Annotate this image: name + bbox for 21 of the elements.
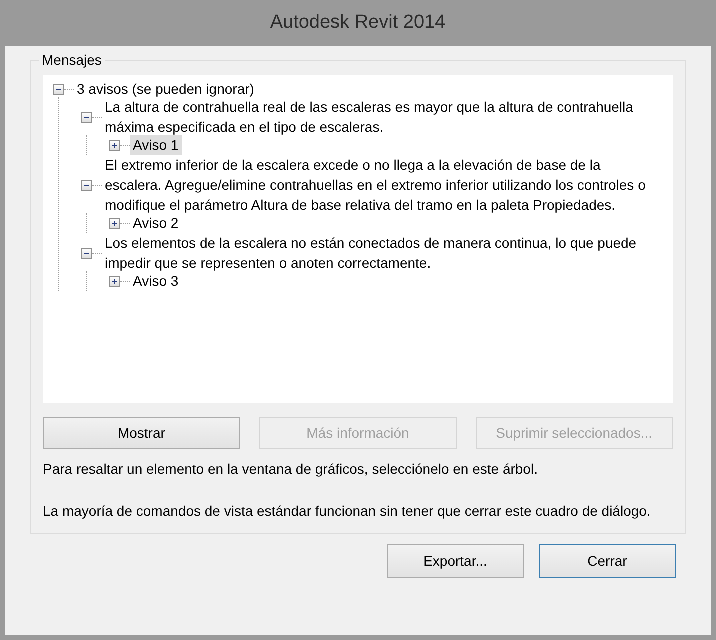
tree-item[interactable]: Aviso 1 (130, 135, 182, 155)
dialog-button[interactable]: Exportar... (387, 544, 524, 578)
dialog-button[interactable]: Cerrar (539, 544, 676, 578)
note-text: La mayoría de comandos de vista estándar funcionan sin tener que cerrar este cuadro de diálogo. (43, 502, 652, 521)
tree-item[interactable]: La altura de contrahuella real de las escaleras es mayor que la altura de contrahuella máxima especificada en el tipo de escaleras. (102, 97, 663, 137)
collapse-toggle-icon[interactable] (81, 180, 92, 190)
collapse-toggle-icon[interactable] (81, 112, 92, 122)
action-button[interactable]: Mostrar (43, 417, 240, 449)
hint-text: Para resaltar un elemento en la ventana de gráficos, selecciónelo en este árbol. (43, 460, 539, 479)
collapse-toggle-icon[interactable] (81, 248, 92, 258)
expand-toggle-icon[interactable] (109, 218, 120, 228)
tree-item[interactable]: Los elementos de la escalera no están conectados de manera continua, lo que puede impedir que se representen o anoten correctamente. (102, 233, 663, 273)
tree-item[interactable]: Aviso 2 (130, 213, 182, 233)
tree-item[interactable]: 3 avisos (se pueden ignorar) (74, 79, 258, 99)
collapse-toggle-icon[interactable] (53, 84, 64, 94)
message-tree[interactable] (43, 75, 673, 403)
window-title: Autodesk Revit 2014 (269, 10, 447, 35)
expand-toggle-icon[interactable] (109, 276, 120, 286)
tree-item[interactable]: Aviso 3 (130, 271, 182, 291)
tree-item[interactable]: El extremo inferior de la escalera excede o no llega a la elevación de base de la escalera. Agregue/elimine contrahuellas en el extremo inferior utilizando los controles o modifique el parámetro Altura de base relativa del tramo en la paleta Propiedades. (102, 155, 663, 215)
expand-toggle-icon[interactable] (109, 140, 120, 150)
